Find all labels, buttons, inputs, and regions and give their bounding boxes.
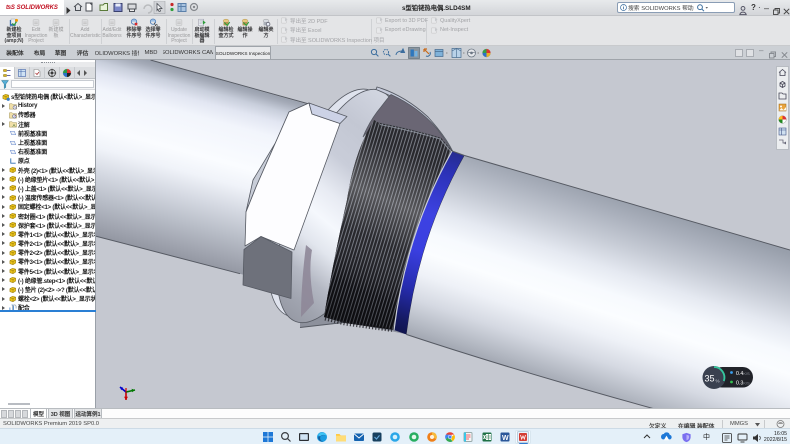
svg-text:W: W <box>502 435 509 442</box>
svg-text:35: 35 <box>705 374 715 384</box>
svg-text:A: A <box>13 123 16 128</box>
svg-text:%: % <box>716 379 720 384</box>
